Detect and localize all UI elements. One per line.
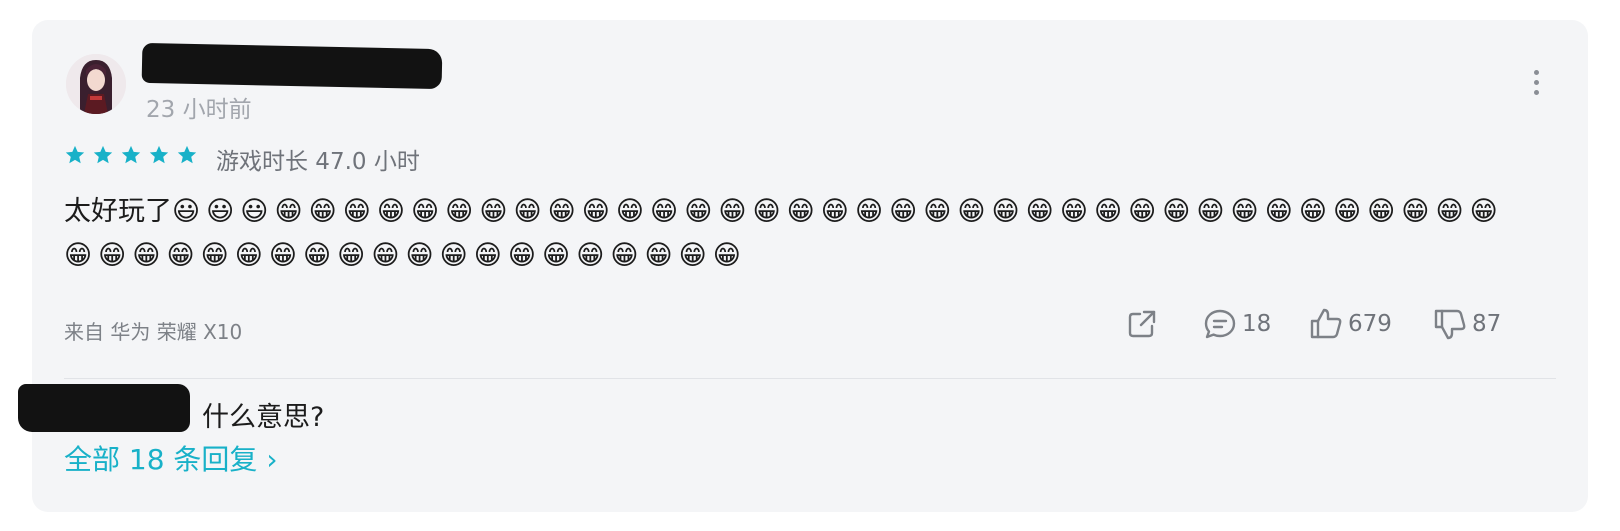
divider (64, 378, 1556, 379)
star-icon (177, 145, 197, 164)
comment-button[interactable]: 18 (1202, 306, 1271, 342)
redacted-username (141, 42, 443, 90)
star-icon (93, 145, 113, 164)
redacted-reply-author (18, 384, 190, 432)
avatar[interactable] (66, 54, 126, 114)
thumbs-up-icon (1310, 308, 1342, 339)
action-bar: 18 679 87 (0, 306, 1620, 346)
comment-body: 太好玩了😃😃😃😁😁😁😁😁😁😁😁😁😁😁😁😁😁😁😁😁😁😁😁😁😁😁😁😁😁😁😁😁😁😁😁😁… (64, 190, 1534, 278)
dislike-button[interactable]: 87 (1432, 306, 1501, 342)
reply-preview-text: 什么意思? (202, 402, 325, 433)
comments-count: 18 (1242, 311, 1272, 337)
dislikes-count: 87 (1472, 311, 1502, 337)
post-time: 23 小时前 (146, 97, 252, 123)
playtime-label: 游戏时长 47.0 小时 (216, 149, 420, 175)
thumbs-down-icon (1434, 309, 1466, 340)
like-button[interactable]: 679 (1308, 306, 1392, 342)
likes-count: 679 (1348, 311, 1392, 337)
star-icon (65, 145, 85, 164)
more-vertical-icon[interactable] (1532, 70, 1540, 96)
star-icon (149, 145, 169, 164)
share-button[interactable] (1124, 306, 1160, 342)
all-replies-link[interactable]: 全部 18 条回复 › (64, 438, 278, 478)
comment-icon (1204, 309, 1236, 339)
star-icon (121, 145, 141, 164)
rating-stars (64, 144, 198, 166)
share-icon (1128, 310, 1156, 338)
comment-emojis: 😃😃😃😁😁😁😁😁😁😁😁😁😁😁😁😁😁😁😁😁😁😁😁😁😁😁😁😁😁😁😁😁😁😁😁😁😁😁😁😁… (64, 196, 1504, 271)
comment-text: 太好玩了 (64, 196, 172, 227)
